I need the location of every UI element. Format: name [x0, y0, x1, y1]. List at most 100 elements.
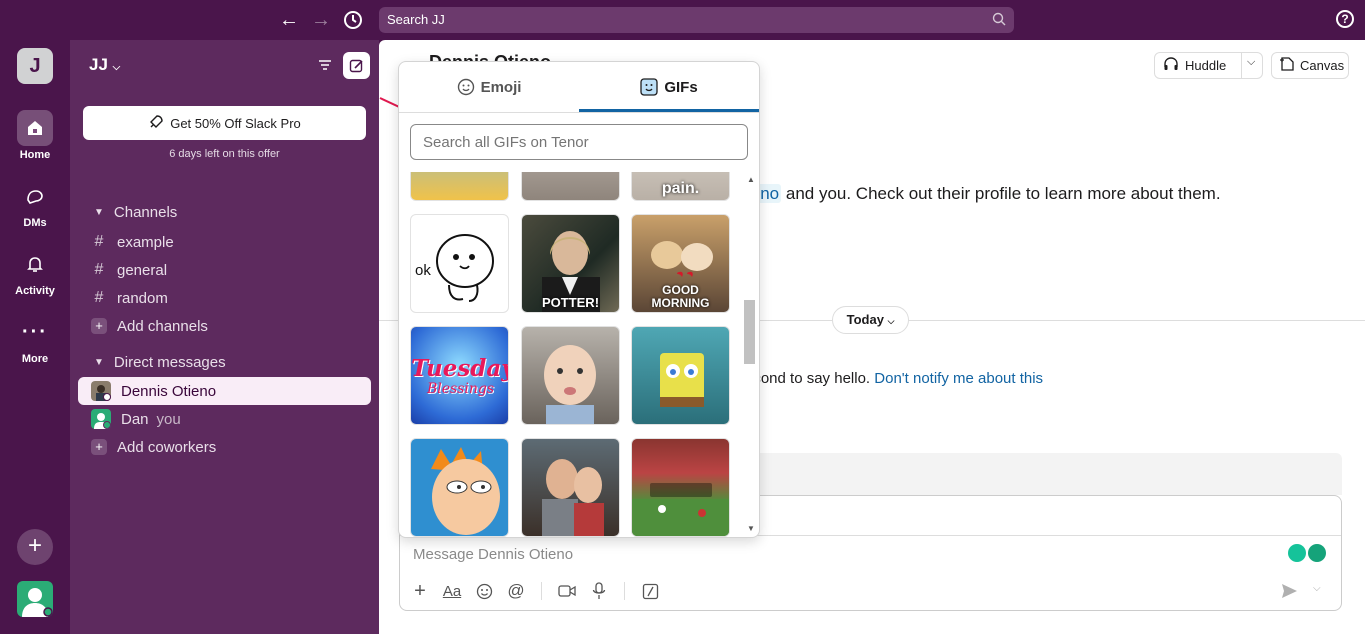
chevron-down-icon[interactable]: ⌵ [1313, 583, 1321, 594]
dm-header[interactable]: ▼ Direct messages [94, 354, 226, 371]
plus-icon[interactable]: + [409, 580, 431, 602]
rail-more[interactable]: ··· More [0, 314, 70, 366]
help-icon[interactable]: ? [1336, 10, 1354, 28]
scroll-down-icon[interactable]: ▼ [745, 524, 757, 533]
tab-emoji[interactable]: Emoji [399, 62, 579, 112]
video-icon[interactable] [556, 580, 578, 602]
sidebar-item-random[interactable]: # random [78, 284, 371, 312]
search-input[interactable]: Search JJ [379, 7, 1014, 33]
back-arrow-icon[interactable]: ← [277, 8, 301, 32]
today-label: Today [846, 312, 884, 327]
forward-arrow-icon[interactable]: → [309, 8, 333, 32]
gif-item[interactable]: GOOD MORNING [631, 214, 730, 313]
dm-label: Dan [121, 410, 149, 428]
user-avatar[interactable] [17, 581, 53, 617]
sidebar-item-dennis-otieno[interactable]: Dennis Otieno [78, 377, 371, 405]
gif-caption: pain. [661, 180, 700, 197]
sidebar-item-example[interactable]: # example [78, 228, 371, 256]
compose-icon [349, 59, 363, 72]
divider [624, 582, 625, 600]
intro-rest: and you. Check out their profile to lear… [781, 184, 1221, 203]
workspace-name: JJ [89, 55, 108, 74]
tab-emoji-label: Emoji [480, 78, 522, 96]
chevron-down-icon[interactable]: ⌵ [1247, 56, 1255, 69]
tab-gifs[interactable]: GIFs [579, 62, 759, 112]
gif-item[interactable]: POTTER! [521, 214, 620, 313]
gif-item[interactable]: ok [410, 214, 509, 313]
gif-thumbnail [660, 353, 704, 407]
workspace-name-button[interactable]: JJ ⌵ [89, 55, 120, 75]
microphone-icon[interactable] [588, 580, 610, 602]
rail-home-label: Home [19, 149, 51, 161]
workspace-switcher[interactable]: J [17, 48, 53, 84]
gif-item[interactable]: pain. [631, 172, 730, 201]
bell-icon [17, 246, 53, 282]
scroll-up-icon[interactable]: ▲ [745, 175, 757, 184]
dms-icon [17, 178, 53, 214]
channel-label: random [117, 289, 168, 307]
grammarly-icon [1308, 544, 1326, 562]
dont-notify-link[interactable]: Don't notify me about this [874, 370, 1043, 387]
gif-caption: Tuesday [411, 355, 509, 382]
add-workspace-button[interactable]: + [17, 529, 53, 565]
hello-message: econd to say hello. Don't notify me abou… [745, 370, 1043, 387]
gif-caption: Blessings [426, 381, 495, 397]
huddle-button[interactable]: Huddle ⌵ [1154, 52, 1263, 79]
canvas-button[interactable]: Canvas [1271, 52, 1349, 79]
search-icon [992, 12, 1006, 26]
divider [541, 582, 542, 600]
dan-avatar [91, 409, 111, 429]
huddle-label: Huddle [1185, 58, 1227, 73]
caret-down-icon: ▼ [94, 357, 104, 368]
channels-header[interactable]: ▼ Channels [94, 204, 177, 221]
dm-header-label: Direct messages [113, 354, 226, 371]
gif-item[interactable] [521, 438, 620, 537]
gif-item[interactable]: Tuesday Blessings [410, 326, 509, 425]
rail-activity[interactable]: Activity [0, 246, 70, 297]
formatting-icon[interactable]: Aa [441, 580, 463, 602]
history-icon[interactable] [341, 8, 365, 32]
gif-item[interactable] [521, 172, 620, 201]
gif-item[interactable] [631, 438, 730, 537]
date-divider-button[interactable]: Today ⌵ [832, 306, 909, 334]
emoji-icon[interactable] [473, 580, 495, 602]
grammarly-widget[interactable] [1288, 544, 1326, 562]
rail-dms[interactable]: DMs [0, 178, 70, 229]
shortcuts-icon[interactable] [639, 580, 661, 602]
promo-button[interactable]: Get 50% Off Slack Pro [83, 106, 366, 140]
filter-icon[interactable] [317, 57, 333, 73]
user-avatar-icon [22, 588, 53, 617]
rail-dms-label: DMs [23, 217, 47, 229]
composer-toolbar: + Aa @ [409, 580, 661, 602]
gif-item[interactable] [631, 326, 730, 425]
divider [1241, 53, 1242, 78]
dm-label: Dennis Otieno [121, 382, 217, 400]
channel-label: example [117, 233, 174, 251]
chevron-down-icon: ⌵ [112, 62, 121, 73]
hash-icon: # [94, 289, 104, 306]
gif-thumbnail [431, 447, 500, 535]
message-preview-block [745, 453, 1342, 495]
compose-button[interactable] [343, 52, 370, 79]
plus-icon: + [91, 439, 107, 455]
gif-caption: GOOD MORNING [651, 283, 710, 310]
send-icon[interactable] [1280, 582, 1298, 600]
gif-item[interactable] [410, 172, 509, 201]
add-channels-button[interactable]: + Add channels [78, 312, 371, 340]
workspace-rail: J Home DMs Activity ··· More + [0, 40, 70, 634]
gif-search-input[interactable] [410, 124, 748, 160]
scrollbar-thumb[interactable] [744, 300, 755, 364]
channels-header-label: Channels [113, 204, 178, 221]
gif-item[interactable] [521, 326, 620, 425]
message-input[interactable]: Message Dennis Otieno [413, 546, 573, 563]
gif-item[interactable] [410, 438, 509, 537]
mention-icon[interactable]: @ [505, 580, 527, 602]
add-coworkers-button[interactable]: + Add coworkers [78, 433, 371, 461]
active-tab-indicator [579, 109, 759, 112]
search-label: Search JJ [387, 12, 445, 27]
rail-home[interactable]: Home [0, 110, 70, 161]
gif-picker-popover: Emoji GIFs pain. ok POTTER! [398, 61, 760, 538]
sidebar-item-general[interactable]: # general [78, 256, 371, 284]
divider [399, 112, 759, 113]
sidebar-item-dan[interactable]: Dan you [78, 405, 371, 433]
